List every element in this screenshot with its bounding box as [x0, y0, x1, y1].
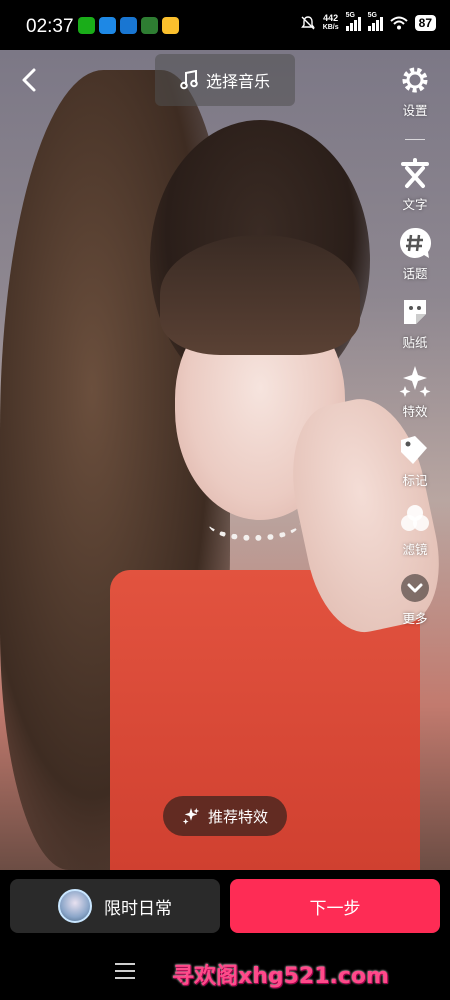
chevron-down-icon: [401, 574, 429, 602]
menu-icon[interactable]: [115, 963, 135, 979]
select-music-button[interactable]: 选择音乐: [155, 54, 295, 106]
music-note-icon: [180, 70, 198, 90]
tool-settings-label: 设置: [402, 103, 428, 118]
tool-mark-label: 标记: [402, 473, 428, 488]
net-speed: 442 KB/s: [323, 14, 339, 32]
gear-icon: [402, 67, 428, 93]
sparkle-icon: [182, 808, 200, 825]
net-speed-unit: KB/s: [322, 24, 339, 31]
app-icon-blue: [99, 17, 116, 34]
tool-more[interactable]: 更多: [397, 570, 433, 627]
app-icon-blue2: [120, 17, 137, 34]
tool-divider: [405, 139, 425, 140]
net-speed-value: 442: [323, 13, 339, 23]
next-label: 下一步: [309, 898, 361, 919]
tool-sticker[interactable]: 贴纸: [397, 294, 433, 351]
photo-necklace: [208, 505, 300, 541]
signal-tag: 5G: [345, 12, 355, 19]
notification-icons: [78, 17, 179, 34]
avatar: [58, 889, 92, 923]
status-time: 02:37: [26, 16, 74, 37]
tool-effects-label: 特效: [402, 404, 428, 419]
mute-bell-icon: [300, 16, 315, 30]
select-music-label: 选择音乐: [205, 72, 270, 91]
daily-moment-button[interactable]: 限时日常: [10, 879, 220, 933]
sparkle-icon: [399, 366, 431, 397]
tool-filter[interactable]: 滤镜: [397, 501, 433, 558]
chevron-left-icon: [22, 68, 36, 92]
back-button[interactable]: [16, 64, 44, 96]
tool-text-label: 文字: [402, 197, 428, 212]
side-toolbar: 设置 文字 话题 贴纸 特效 标记 滤镜 更多: [388, 62, 442, 639]
tag-icon: [401, 436, 427, 464]
sticker-icon: [404, 300, 426, 324]
tool-topic-label: 话题: [402, 266, 428, 281]
text-icon: [401, 158, 429, 188]
recommend-effects-label: 推荐特效: [207, 807, 268, 826]
recommend-effects-button[interactable]: 推荐特效: [163, 796, 287, 836]
app-icon-yellow: [162, 17, 179, 34]
filter-icon: [401, 505, 429, 531]
signal-strength-1: 5G: [345, 12, 361, 31]
tool-mark[interactable]: 标记: [397, 432, 433, 489]
photo-bangs: [160, 235, 360, 355]
tool-sticker-label: 贴纸: [402, 335, 428, 350]
app-icon-green: [141, 17, 158, 34]
next-button[interactable]: 下一步: [230, 879, 440, 933]
wifi-icon: [389, 16, 408, 30]
watermark-text: 寻欢阁xhg521.com: [172, 964, 389, 989]
tool-topic[interactable]: 话题: [397, 225, 433, 282]
tool-settings[interactable]: 设置: [397, 62, 433, 119]
tool-text[interactable]: 文字: [397, 156, 433, 213]
status-indicators: 442 KB/s 5G 5G 87: [300, 12, 436, 32]
tool-more-label: 更多: [402, 611, 428, 626]
photo-preview[interactable]: [0, 50, 450, 870]
signal-strength-2: 5G: [367, 12, 383, 31]
daily-moment-label: 限时日常: [104, 898, 172, 919]
battery-level: 87: [414, 15, 436, 31]
tool-filter-label: 滤镜: [402, 542, 428, 557]
wechat-icon: [78, 17, 95, 34]
status-bar: 02:37 442 KB/s 5G 5G 87: [0, 0, 450, 50]
bottom-bar: 限时日常 下一步 寻欢阁xhg521.com: [0, 870, 450, 1000]
signal-tag: 5G: [367, 12, 377, 19]
tool-effects[interactable]: 特效: [397, 363, 433, 420]
hashtag-icon: [400, 227, 432, 258]
